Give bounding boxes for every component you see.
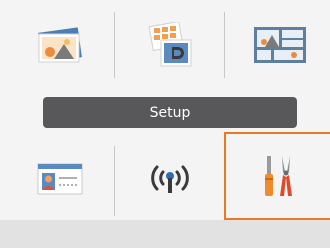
divider <box>114 146 115 216</box>
wireless-icon <box>151 165 189 193</box>
id-photo-icon <box>37 163 83 195</box>
menu-item-id-photo[interactable] <box>6 140 114 218</box>
menu-item-wireless[interactable] <box>116 140 224 218</box>
selected-item-label: Setup <box>149 104 191 121</box>
printer-menu-screen: Setup <box>0 0 330 248</box>
divider <box>114 12 115 78</box>
menu-item-print-photo[interactable] <box>6 6 114 84</box>
setup-tools-icon <box>265 156 292 196</box>
photo-collage-icon <box>254 27 306 63</box>
menu-item-photo-collage[interactable] <box>226 6 330 84</box>
bottom-strip <box>0 220 330 248</box>
divider <box>224 12 225 78</box>
menu-item-photo-layout[interactable] <box>116 6 224 84</box>
print-photo-icon <box>38 27 82 63</box>
photo-layout-icon <box>148 22 192 67</box>
selected-item-label-bar: Setup <box>43 97 297 128</box>
menu-item-setup[interactable] <box>224 132 330 220</box>
